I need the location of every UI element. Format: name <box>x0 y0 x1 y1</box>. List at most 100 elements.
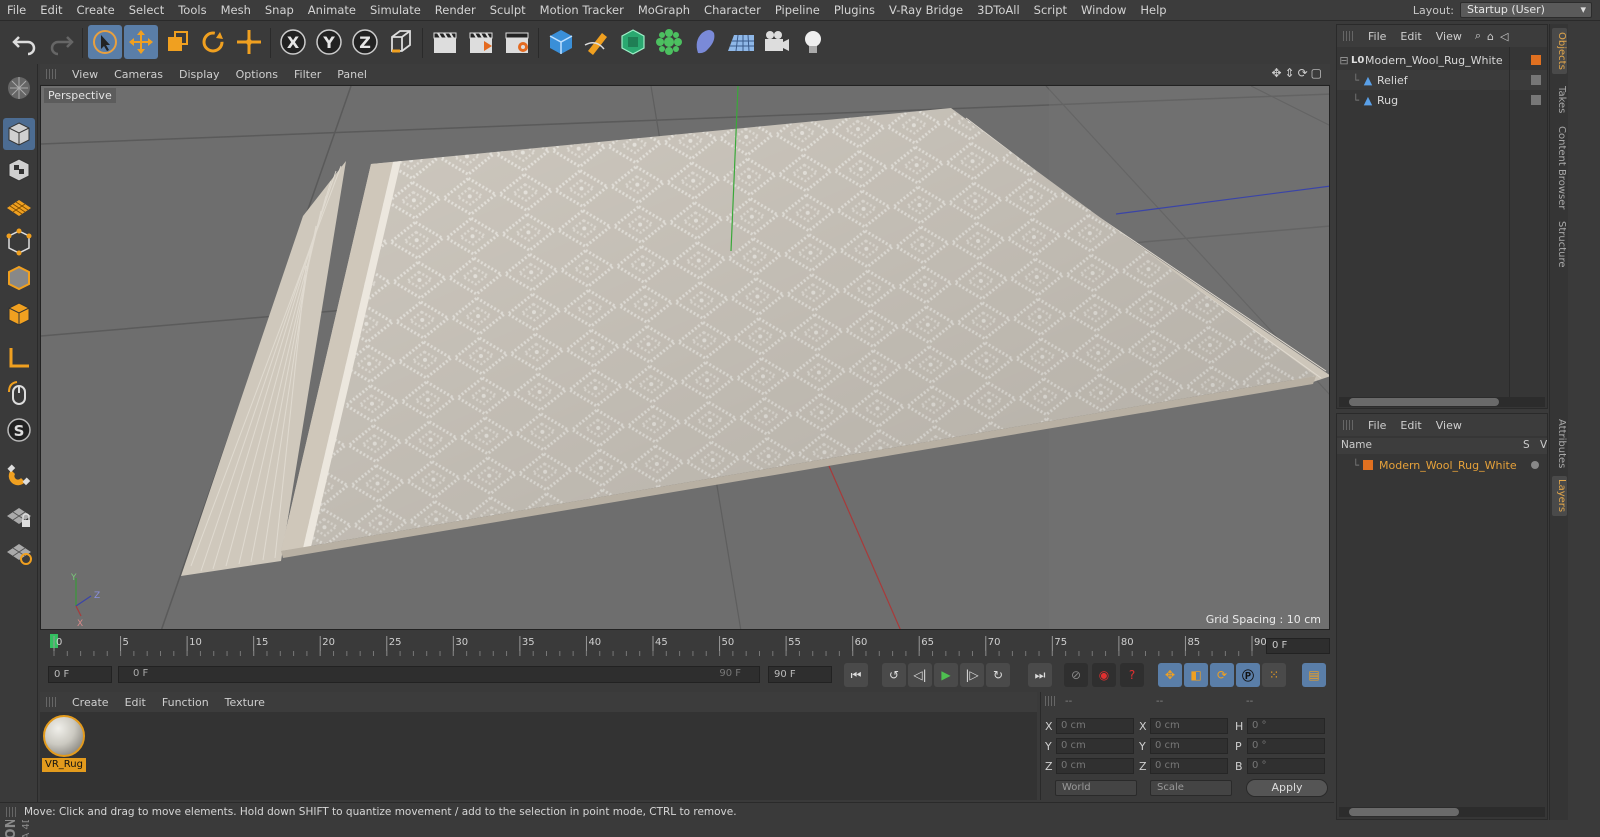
coordinate-system-button[interactable] <box>384 25 418 59</box>
layer-name[interactable]: Modern_Wool_Rug_White <box>1379 459 1531 472</box>
pos-y-field[interactable]: 0 cm <box>1056 738 1134 754</box>
viewport-menu-options[interactable]: Options <box>228 68 286 81</box>
polygons-mode-button[interactable] <box>3 298 35 330</box>
autokey-button[interactable]: ◉ <box>1092 663 1116 687</box>
edges-mode-button[interactable] <box>3 262 35 294</box>
end-frame-field[interactable]: 90 F <box>768 666 832 683</box>
search-icon[interactable]: ⌕ <box>1475 29 1481 43</box>
layer-row[interactable]: └ Modern_Wool_Rug_White <box>1337 455 1547 475</box>
pan-icon[interactable]: ✥ <box>1271 66 1281 80</box>
keyframe-selection-button[interactable]: ? <box>1120 663 1144 687</box>
next-frame-button[interactable]: |▷ <box>960 663 984 687</box>
menu-script[interactable]: Script <box>1027 3 1074 17</box>
material-item[interactable]: VR_Rug <box>40 712 90 776</box>
menu-edit[interactable]: Edit <box>33 3 69 17</box>
solo-dot-icon[interactable] <box>1531 461 1539 469</box>
tab-structure[interactable]: Structure <box>1552 216 1567 272</box>
previous-key-button[interactable]: ↺ <box>882 663 906 687</box>
menu-plugins[interactable]: Plugins <box>827 3 882 17</box>
add-light-button[interactable] <box>796 25 830 59</box>
play-button[interactable]: ▶ <box>934 663 958 687</box>
tab-content-browser[interactable]: Content Browser <box>1552 124 1567 212</box>
viewport-menu-filter[interactable]: Filter <box>286 68 329 81</box>
transform-tool-button[interactable] <box>232 25 266 59</box>
next-key-button[interactable]: ↻ <box>986 663 1010 687</box>
menu-file[interactable]: File <box>0 3 33 17</box>
layout-select[interactable]: Startup (User) <box>1460 2 1592 18</box>
apply-button[interactable]: Apply <box>1246 779 1328 797</box>
record-position-track-button[interactable]: ✥ <box>1158 663 1182 687</box>
current-frame-field[interactable]: 0 F <box>1266 638 1330 654</box>
rot-p-field[interactable]: 0 ° <box>1247 738 1325 754</box>
model-mode-button[interactable] <box>3 118 35 150</box>
object-name[interactable]: Modern_Wool_Rug_White <box>1365 54 1531 67</box>
menu-pipeline[interactable]: Pipeline <box>768 3 827 17</box>
toggle-view-icon[interactable]: ▢ <box>1311 66 1322 80</box>
planar-workplane-button[interactable] <box>3 536 35 568</box>
tweak-mode-button[interactable] <box>3 378 35 410</box>
object-name[interactable]: Rug <box>1377 94 1531 107</box>
solo-button[interactable]: S <box>3 414 35 446</box>
menu-render[interactable]: Render <box>428 3 483 17</box>
panel-grip[interactable] <box>1343 420 1353 430</box>
objects-menu-edit[interactable]: Edit <box>1393 30 1428 43</box>
objects-menu-file[interactable]: File <box>1361 30 1393 43</box>
panel-grip[interactable] <box>1343 31 1353 41</box>
menu-select[interactable]: Select <box>122 3 171 17</box>
record-point-level-button[interactable]: ⁙ <box>1262 663 1286 687</box>
lock-workplane-button[interactable] <box>3 500 35 532</box>
material-menu-edit[interactable]: Edit <box>117 696 154 709</box>
camera-label[interactable]: Perspective <box>44 88 116 103</box>
size-z-field[interactable]: 0 cm <box>1150 758 1228 774</box>
menu-help[interactable]: Help <box>1133 3 1173 17</box>
object-name[interactable]: Relief <box>1377 74 1531 87</box>
menu-animate[interactable]: Animate <box>301 3 363 17</box>
render-view-button[interactable] <box>428 25 462 59</box>
collapse-icon[interactable]: ⊟ <box>1337 54 1351 67</box>
record-parameter-button[interactable]: Ⓟ <box>1236 663 1260 687</box>
material-menu-create[interactable]: Create <box>64 696 117 709</box>
add-deformer-button[interactable] <box>688 25 722 59</box>
menu-snap[interactable]: Snap <box>258 3 301 17</box>
object-row-rug[interactable]: └ ▲ Rug <box>1337 90 1547 110</box>
layer-color-swatch[interactable] <box>1531 55 1541 65</box>
column-solo[interactable]: S <box>1523 439 1530 451</box>
menu-mesh[interactable]: Mesh <box>214 3 258 17</box>
previous-frame-button[interactable]: ◁| <box>908 663 932 687</box>
render-settings-button[interactable] <box>500 25 534 59</box>
texture-mode-button[interactable] <box>3 154 35 186</box>
size-y-field[interactable]: 0 cm <box>1150 738 1228 754</box>
menu-motion-tracker[interactable]: Motion Tracker <box>533 3 631 17</box>
object-row-relief[interactable]: └ ▲ Relief <box>1337 70 1547 90</box>
points-mode-button[interactable] <box>3 226 35 258</box>
size-mode-dropdown[interactable]: Scale <box>1150 780 1232 796</box>
add-cube-button[interactable] <box>544 25 578 59</box>
pos-z-field[interactable]: 0 cm <box>1056 758 1134 774</box>
rotate-tool-button[interactable] <box>196 25 230 59</box>
3d-viewport[interactable]: Y Z X Perspective Grid Spacing : 10 cm <box>40 85 1330 630</box>
scale-tool-button[interactable] <box>160 25 194 59</box>
timeline-window-button[interactable]: ▤ <box>1302 663 1326 687</box>
start-frame-field[interactable]: 0 F <box>48 666 112 683</box>
z-axis-lock-button[interactable]: Z <box>348 25 382 59</box>
orbit-icon[interactable]: ⟳ <box>1298 66 1308 80</box>
viewport-menu-display[interactable]: Display <box>171 68 228 81</box>
add-subdivision-surface-button[interactable] <box>616 25 650 59</box>
x-axis-lock-button[interactable]: X <box>276 25 310 59</box>
material-name[interactable]: VR_Rug <box>42 758 86 772</box>
record-scale-track-button[interactable]: ◧ <box>1184 663 1208 687</box>
object-row-modern-wool-rug[interactable]: ⊟ L0 Modern_Wool_Rug_White <box>1337 50 1547 70</box>
panel-grip[interactable] <box>46 69 56 79</box>
tab-layers[interactable]: Layers <box>1552 476 1567 516</box>
menu-tools[interactable]: Tools <box>171 3 213 17</box>
record-position-button[interactable]: ⊘ <box>1064 663 1088 687</box>
coordinate-space-dropdown[interactable]: World <box>1055 780 1137 796</box>
dolly-icon[interactable]: ⇕ <box>1285 66 1295 80</box>
column-visible[interactable]: V <box>1540 439 1547 451</box>
menu-window[interactable]: Window <box>1074 3 1133 17</box>
layers-menu-file[interactable]: File <box>1361 419 1393 432</box>
add-floor-button[interactable] <box>724 25 758 59</box>
column-name[interactable]: Name <box>1341 439 1372 451</box>
layer-color-swatch[interactable] <box>1363 460 1373 470</box>
material-preview-sphere[interactable] <box>43 715 85 757</box>
